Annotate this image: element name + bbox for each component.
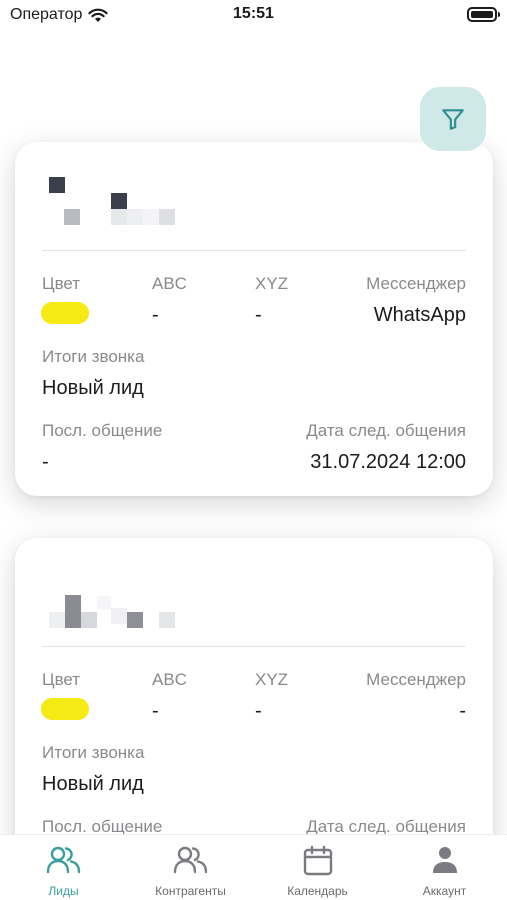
abc-value: -: [152, 304, 159, 326]
call-result-value: Новый лид: [42, 773, 144, 795]
tab-leads[interactable]: Лиды: [0, 835, 127, 900]
xyz-label: XYZ: [255, 274, 289, 293]
filter-icon: [442, 109, 464, 130]
users-icon: [46, 846, 80, 874]
messenger-label: Мессенджер: [366, 670, 466, 689]
abc-label: ABC: [152, 670, 187, 689]
color-label: Цвет: [42, 670, 81, 689]
redacted-pixel: [159, 612, 175, 628]
abc-value: -: [152, 700, 159, 722]
filter-button[interactable]: [420, 87, 486, 151]
status-time: 15:51: [233, 5, 274, 22]
call-result-label: Итоги звонка: [42, 743, 145, 762]
messenger-label: Мессенджер: [366, 274, 466, 293]
tab-calendar[interactable]: Календарь: [254, 835, 381, 900]
color-indicator: [41, 698, 89, 720]
xyz-value: -: [255, 304, 262, 326]
person-icon: [432, 847, 457, 873]
divider: [42, 646, 466, 647]
redacted-pixel: [49, 612, 65, 628]
tab-label: Аккаунт: [422, 884, 467, 898]
next-contact-label: Дата след. общения: [306, 421, 466, 440]
redacted-pixel: [111, 608, 127, 624]
lead-card[interactable]: Цвет ABC XYZ Мессенджер - - - Итоги звон…: [15, 538, 493, 878]
status-bar: Оператор 15:51: [0, 0, 507, 32]
tab-bar: Лиды Контрагенты Календарь Аккаунт: [0, 834, 507, 900]
call-result-value: Новый лид: [42, 377, 144, 399]
abc-label: ABC: [152, 274, 187, 293]
redacted-pixel: [81, 612, 97, 628]
lead-card[interactable]: Цвет ABC XYZ Мессенджер - - WhatsApp Ито…: [15, 142, 493, 496]
color-indicator: [41, 302, 89, 324]
divider: [42, 250, 466, 251]
tab-account[interactable]: Аккаунт: [381, 835, 507, 900]
xyz-label: XYZ: [255, 670, 289, 689]
next-contact-value: 31.07.2024 12:00: [310, 451, 466, 473]
tab-label: Календарь: [287, 884, 348, 898]
messenger-value: WhatsApp: [373, 304, 466, 326]
screen: Оператор 15:51 Цвет ABC XYZ Мессенджер -…: [0, 0, 507, 900]
color-label: Цвет: [42, 274, 81, 293]
messenger-value: -: [459, 700, 466, 722]
calendar-icon: [303, 845, 332, 876]
tab-label: Контрагенты: [155, 884, 226, 898]
redacted-pixel: [127, 612, 143, 628]
last-contact-label: Посл. общение: [42, 421, 163, 440]
battery-icon: [467, 7, 500, 22]
users-icon: [173, 846, 207, 874]
xyz-value: -: [255, 700, 262, 722]
redacted-pixel: [65, 595, 81, 628]
tab-counterparties[interactable]: Контрагенты: [127, 835, 254, 900]
lead-name-redacted: [47, 170, 197, 230]
redacted-pixel: [97, 596, 111, 610]
call-result-label: Итоги звонка: [42, 347, 145, 366]
tab-label: Лиды: [48, 884, 79, 898]
last-contact-value: -: [42, 451, 49, 473]
